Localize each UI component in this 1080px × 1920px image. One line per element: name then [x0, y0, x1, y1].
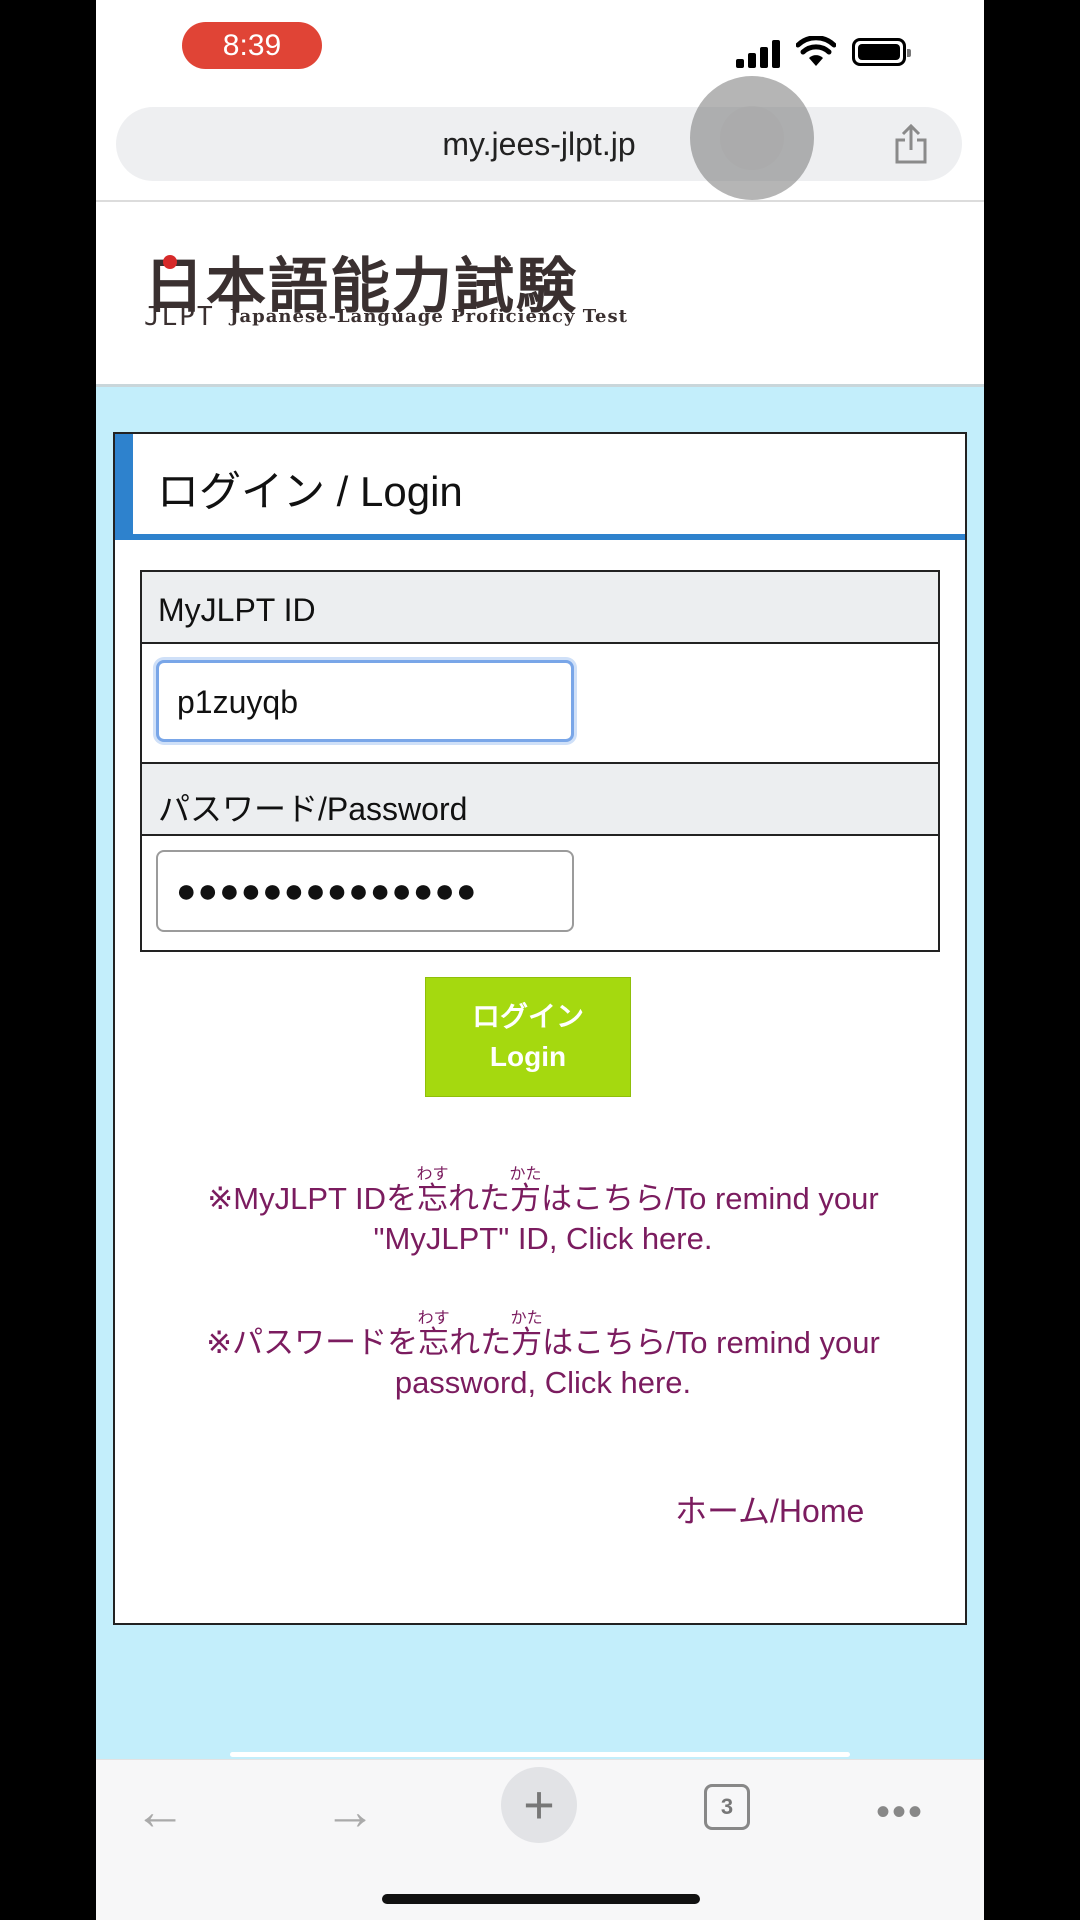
status-bar: 8:39	[96, 0, 984, 96]
remind-password-link[interactable]: ※パスワードを忘わすれた方かたはこちら/To remind your passw…	[133, 1310, 953, 1403]
phone-screen: 8:39 my.jees-jlpt.jp 日本語能力試験 JLPT Japane…	[96, 0, 984, 1920]
touch-indicator	[690, 76, 814, 200]
home-link[interactable]: ホーム/Home	[675, 1486, 864, 1532]
forward-arrow-icon[interactable]: →	[310, 1772, 390, 1852]
remind-password-text: ※パスワードを忘わすれた方かたはこちら/To remind your	[206, 1310, 880, 1360]
url-text: my.jees-jlpt.jp	[442, 126, 636, 162]
login-button-label-en: Login	[489, 1041, 567, 1072]
wifi-icon	[796, 36, 836, 66]
cellular-signal-icon	[736, 40, 782, 68]
new-tab-plus-icon[interactable]: +	[501, 1767, 577, 1843]
password-input[interactable]: ●●●●●●●●●●●●●●	[156, 850, 574, 932]
home-indicator	[382, 1894, 700, 1904]
address-bar[interactable]: my.jees-jlpt.jp	[116, 107, 962, 181]
scroll-indicator	[230, 1752, 850, 1757]
remind-password-text-line2: password, Click here.	[394, 1365, 692, 1400]
myjlpt-id-input[interactable]: p1zuyqb	[156, 660, 574, 742]
more-menu-icon[interactable]: •••	[876, 1790, 924, 1835]
remind-id-text: ※MyJLPT IDを忘わすれた方かたはこちら/To remind your	[207, 1166, 879, 1216]
login-form: MyJLPT ID p1zuyqb パスワード/Password ●●●●●●●…	[140, 570, 940, 952]
ruby-kata: 方かた	[509, 1166, 542, 1216]
ruby-kata: 方かた	[510, 1310, 543, 1360]
battery-icon	[852, 38, 911, 66]
login-card-header: ログイン / Login	[115, 434, 965, 540]
password-label-row: パスワード/Password	[142, 764, 938, 836]
back-arrow-icon[interactable]: ←	[120, 1772, 200, 1852]
site-header: 日本語能力試験 JLPT Japanese-Language Proficien…	[96, 202, 984, 387]
page-title: ログイン / Login	[157, 468, 463, 515]
logo-red-dot	[163, 255, 177, 269]
password-label: パスワード/Password	[158, 791, 468, 827]
tabs-count-icon[interactable]: 3	[704, 1784, 750, 1830]
id-label: MyJLPT ID	[158, 592, 316, 628]
login-card: ログイン / Login MyJLPT ID p1zuyqb パスワード/Pas…	[113, 432, 967, 1625]
remind-id-link[interactable]: ※MyJLPT IDを忘わすれた方かたはこちら/To remind your "…	[133, 1166, 953, 1259]
ruby-wasu: 忘わす	[416, 1166, 449, 1216]
login-button-label-jp: ログイン	[471, 1001, 584, 1032]
remind-id-text-line2: "MyJLPT" ID, Click here.	[373, 1221, 713, 1256]
id-field-row: p1zuyqb	[142, 644, 938, 764]
status-time[interactable]: 8:39	[182, 22, 322, 69]
share-icon[interactable]	[891, 122, 931, 166]
logo-subtitle: Japanese-Language Proficiency Test	[230, 306, 628, 327]
password-field-row: ●●●●●●●●●●●●●●	[142, 836, 938, 950]
login-button[interactable]: ログイン Login	[425, 977, 631, 1097]
logo-jlpt: JLPT	[144, 302, 215, 332]
id-label-row: MyJLPT ID	[142, 572, 938, 644]
ruby-wasu: 忘わす	[417, 1310, 450, 1360]
